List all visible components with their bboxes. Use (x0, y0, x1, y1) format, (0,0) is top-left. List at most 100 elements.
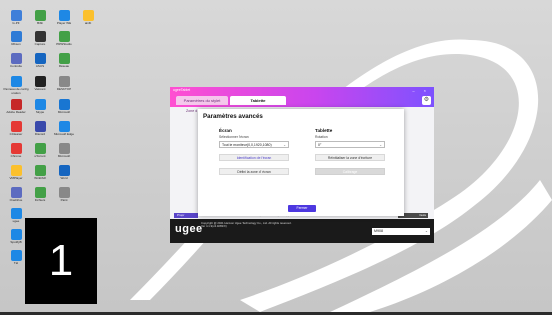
desktop-icon[interactable]: Microsoft Edge (52, 121, 76, 137)
desktop-icon-label: uTorrent (34, 154, 46, 158)
desktop-icon-label: WinRAR (34, 176, 46, 180)
app-icon (10, 99, 22, 110)
desktop-icon[interactable]: Player WE (52, 10, 76, 26)
app-icon (10, 250, 22, 261)
desktop-icon-label: Paint (60, 198, 68, 202)
desktop-icon[interactable]: Discord (28, 121, 52, 137)
desktop-icon-label: Panneau de configuration (3, 87, 29, 95)
app-icon (10, 121, 22, 132)
desktop-icon[interactable]: PRWStudio (52, 31, 76, 47)
desktop-icon[interactable]: Bibli (28, 10, 52, 26)
desktop-icon-label: Skype (35, 110, 45, 114)
window-controls[interactable]: – × (412, 88, 430, 93)
app-icon (58, 143, 70, 154)
copyright-text: Copyright @ 2021 Hanvon Ugee Technology … (201, 221, 291, 229)
window-footer: ugee Copyright @ 2021 Hanvon Ugee Techno… (170, 219, 434, 243)
app-icon (10, 165, 22, 176)
desktop-icon[interactable]: Controlle (4, 53, 28, 69)
desktop-icon[interactable]: Skype (28, 99, 52, 115)
app-icon (58, 99, 70, 110)
desktop-icon-label: VMPlayer (9, 176, 23, 180)
reset-writing-area-button[interactable]: Réinitialiser la zone d'écriture (315, 154, 385, 161)
screen-select[interactable]: Tout le moniteur(0,0,1920,1080) ⌄ (219, 141, 289, 148)
app-icon (10, 143, 22, 154)
app-icon (10, 229, 22, 240)
desktop-icon[interactable]: Capture (28, 31, 52, 47)
desktop-icon[interactable]: OneDrive (4, 187, 28, 203)
model-select[interactable]: M908 ⌄ (372, 228, 430, 235)
rotation-select[interactable]: 0° ⌄ (315, 141, 385, 148)
desktop-icon-label: PRWStudio (56, 42, 72, 46)
app-icon (34, 53, 46, 64)
desktop-icon[interactable]: Valorant (28, 76, 52, 92)
desktop-icon[interactable]: Réseau (52, 53, 76, 69)
desktop-icon[interactable]: Paint (52, 187, 76, 203)
desktop-icon-label: Discord (34, 132, 46, 136)
tab-pen-settings[interactable]: Paramètres du stylet (176, 96, 228, 105)
model-value: M908 (374, 229, 383, 233)
app-icon (34, 76, 46, 87)
app-icon (10, 208, 22, 219)
properties-button[interactable]: Propr (174, 213, 198, 218)
app-icon (58, 187, 70, 198)
desktop-icon[interactable]: uTorrent (28, 143, 52, 159)
app-icon (10, 53, 22, 64)
desktop-icon-label: Microsoft Edge (53, 132, 74, 136)
app-icon (34, 121, 46, 132)
app-icon (34, 187, 46, 198)
tab-tablet[interactable]: Tablette (230, 96, 286, 105)
dialog-title: Paramètres avancés (203, 113, 263, 120)
gear-icon[interactable]: ⚙ (422, 96, 431, 105)
desktop-icon[interactable]: Microsoft (52, 143, 76, 159)
calibration-button[interactable]: Calibrage (315, 168, 385, 175)
desktop-icon[interactable]: Adobe Reader (4, 99, 28, 115)
app-icon (82, 10, 94, 21)
desktop-icon-label: OneDrive (9, 198, 23, 202)
screen-select-value: Tout le moniteur(0,0,1920,1080) (222, 143, 272, 147)
app-icon (34, 165, 46, 176)
desktop-icon-label: Microsoft (57, 110, 71, 114)
set-screen-area-button[interactable]: Défini la zone d' écran (219, 168, 289, 175)
desktop-icon[interactable]: Chrome (4, 143, 28, 159)
advanced-settings-dialog: Paramètres avancés Écran Sélectionner l'… (198, 109, 404, 216)
desktop-icon-label: Valorant (34, 87, 46, 91)
window-header: ugeeTablet – × Paramètres du stylet Tabl… (170, 87, 434, 107)
chevron-down-icon: ⌄ (283, 143, 286, 147)
identify-screen-button[interactable]: Identification de l'écran (219, 154, 289, 161)
desktop-icon[interactable]: Fichiers (28, 187, 52, 203)
desktop-icon-label: Capture (34, 42, 46, 46)
desktop-icon[interactable]: ASUS (28, 53, 52, 69)
desktop-icon[interactable]: VMPlayer (4, 165, 28, 181)
app-icon (10, 76, 22, 87)
desktop-icon[interactable]: Microsoft (52, 99, 76, 115)
app-icon (58, 76, 70, 87)
tab-zone[interactable]: Zone d (186, 109, 197, 113)
desktop-icon-label: Word (60, 176, 68, 180)
desktop-icon-label: Chrome (10, 154, 22, 158)
desktop-icon-label: Ribson (11, 42, 21, 46)
desktop-icon[interactable]: WinRAR (28, 165, 52, 181)
app-icon (34, 10, 46, 21)
app-icon (10, 187, 22, 198)
version-line: Ver 4.1.9(v4.4083/X) (201, 224, 227, 229)
app-icon (58, 10, 70, 21)
desktop-icon-label: Player WE (56, 21, 72, 25)
app-icon (58, 165, 70, 176)
chevron-down-icon: ⌄ (379, 143, 382, 147)
desktop-icon[interactable]: G-PF (4, 10, 28, 26)
chevron-down-icon: ⌄ (424, 229, 428, 233)
desktop-icon[interactable]: CCleaner (4, 121, 28, 137)
close-button[interactable]: Fermer (288, 205, 316, 212)
screen-select-label: Sélectionner l'écran (219, 135, 249, 139)
desktop-icon[interactable]: Panneau de configuration (3, 76, 29, 95)
desktop-icon-label: ainfit (84, 21, 92, 25)
desktop-icon[interactable]: Ribson (4, 31, 28, 47)
desktop-icon-label: Adobe Reader (6, 110, 26, 114)
desktop-icon-label: G-PF (12, 21, 20, 25)
desktop-icon[interactable]: Word (52, 165, 76, 181)
desktop-icon-label: Controlle (9, 64, 22, 68)
desktop-icon-label: ASUS (35, 64, 45, 68)
desktop-icon[interactable]: ainfit (76, 10, 100, 26)
desktop-icon[interactable]: DESKTOP (52, 76, 76, 92)
app-icon (58, 121, 70, 132)
